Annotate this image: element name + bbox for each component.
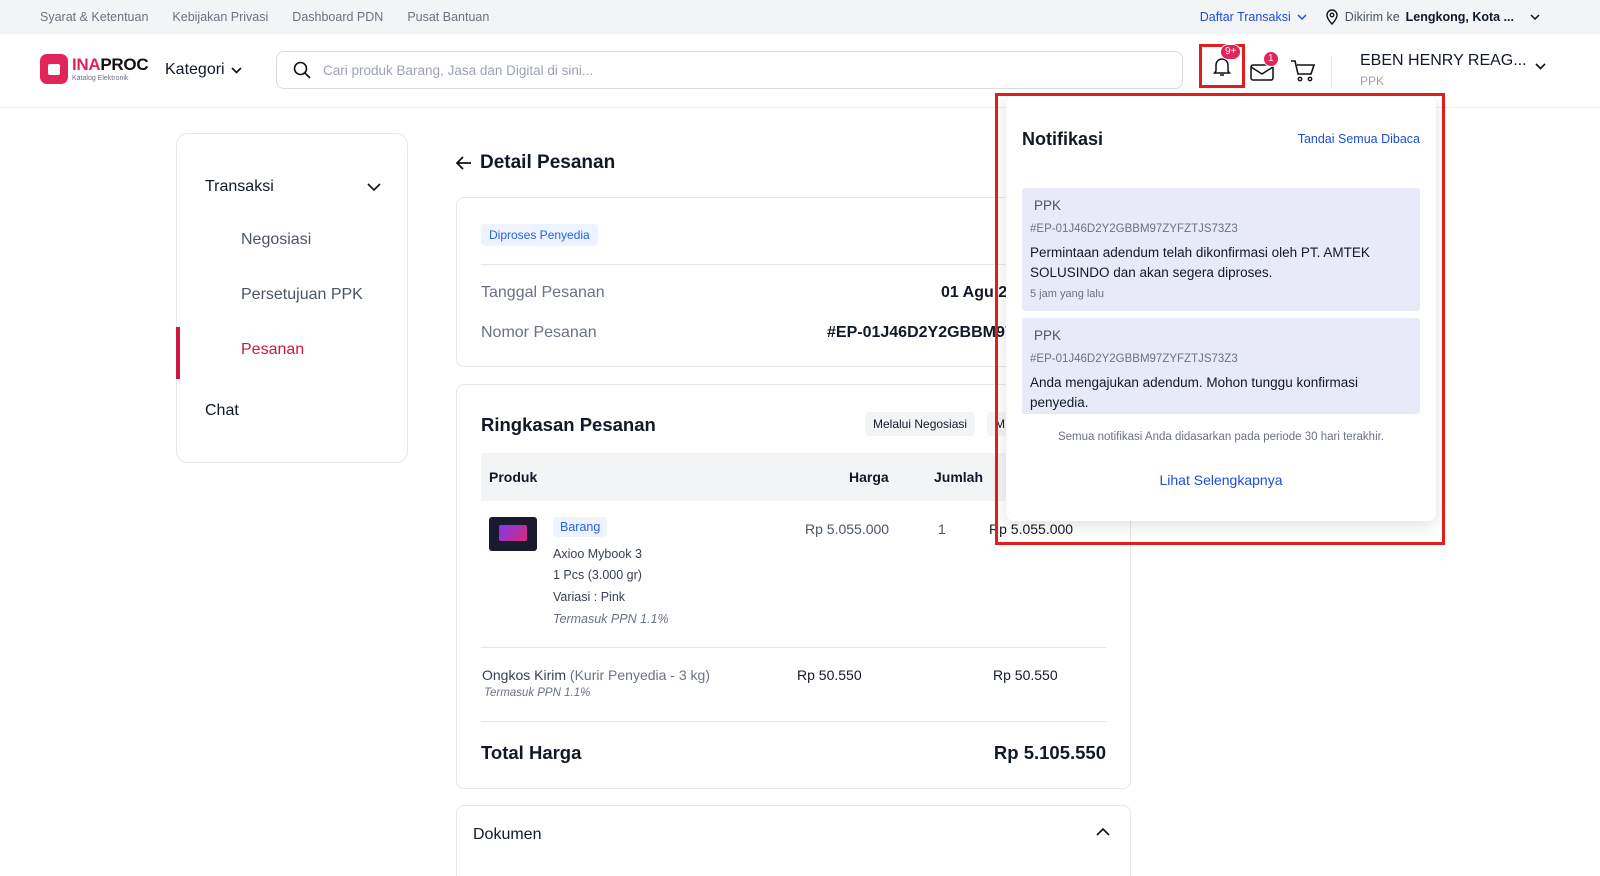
header-divider [1331, 56, 1332, 88]
sidebar-item-chat[interactable]: Chat [205, 402, 239, 420]
sidebar-item-persetujuan-ppk[interactable]: Persetujuan PPK [241, 286, 363, 304]
chevron-down-icon [231, 66, 242, 74]
page-title-text: Detail Pesanan [480, 152, 616, 173]
notification-count-badge: 9+ [1220, 44, 1242, 60]
highlight-box [995, 93, 1445, 545]
utility-right: Daftar Transaksi Dikirim ke Lengkong, Ko… [1200, 9, 1540, 25]
shipping-price: Rp 50.550 [797, 667, 862, 683]
sidebar-section-transaksi[interactable]: Transaksi [205, 178, 381, 196]
shipping-detail: (Kurir Penyedia - 3 kg) [569, 667, 710, 683]
product-thumbnail[interactable] [489, 517, 537, 551]
privacy-link[interactable]: Kebijakan Privasi [172, 10, 268, 24]
inaproc-logo[interactable]: INAPROC Katalog Elektronik [40, 54, 149, 84]
utility-links: Syarat & Ketentuan Kebijakan Privasi Das… [40, 10, 489, 24]
chevron-down-icon [1535, 62, 1546, 70]
total-value: Rp 5.105.550 [993, 742, 1106, 763]
shipping-tax-note: Termasuk PPN 1.1% [484, 687, 591, 699]
order-number-value: #EP-01J46D2Y2GBBM97 [827, 324, 1014, 341]
logo-wordmark: INAPROC [72, 55, 149, 74]
location-pin-icon [1326, 9, 1338, 25]
dashboard-pdn-link[interactable]: Dashboard PDN [292, 10, 383, 24]
transaction-list-dropdown[interactable]: Daftar Transaksi [1200, 10, 1307, 24]
shipping-label: Ongkos Kirim (Kurir Penyedia - 3 kg) [482, 667, 710, 683]
page-title: Detail Pesanan [456, 152, 615, 174]
negotiation-chip: Melalui Negosiasi [865, 412, 976, 436]
delivery-value: Lengkong, Kota ... [1405, 10, 1514, 24]
category-dropdown[interactable]: Kategori [165, 61, 242, 79]
cart-icon [1291, 60, 1316, 82]
logo-text: INAPROC Katalog Elektronik [72, 55, 149, 82]
order-date-label: Tanggal Pesanan [481, 284, 605, 301]
chevron-down-icon [367, 183, 381, 191]
shopping-bag-icon [40, 54, 68, 84]
product-quantity-line: 1 Pcs (3.000 gr) [553, 568, 642, 582]
shipping-subtotal: Rp 50.550 [993, 667, 1058, 683]
user-role: PPK [1360, 74, 1385, 88]
user-name: EBEN HENRY REAG... [1360, 52, 1527, 69]
logo-subtitle: Katalog Elektronik [72, 75, 129, 82]
transaction-list-label: Daftar Transaksi [1199, 10, 1291, 24]
sidebar-item-negosiasi[interactable]: Negosiasi [241, 231, 311, 249]
sidebar-section-label: Transaksi [205, 178, 274, 195]
message-button[interactable]: 1 [1242, 51, 1282, 91]
search-bar [276, 51, 1183, 89]
status-badge: Diproses Penyedia [481, 224, 598, 246]
search-input[interactable] [323, 62, 1143, 78]
arrow-left-icon[interactable] [456, 156, 472, 170]
chevron-down-icon [1530, 14, 1540, 20]
column-harga: Harga [849, 469, 889, 485]
product-price: Rp 5.055.000 [805, 521, 890, 537]
divider [481, 647, 1106, 648]
column-jumlah: Jumlah [934, 469, 984, 485]
chevron-up-icon[interactable] [1096, 828, 1110, 836]
divider [481, 721, 1106, 722]
documents-title: Dokumen [473, 826, 542, 843]
product-tax-note: Termasuk PPN 1.1% [553, 612, 669, 626]
delivery-label: Dikirim ke [1344, 10, 1400, 24]
search-icon [293, 61, 311, 79]
category-label: Kategori [165, 61, 225, 78]
delivery-location-dropdown[interactable]: Dikirim ke Lengkong, Kota ... [1325, 9, 1540, 25]
chevron-down-icon [1297, 14, 1307, 20]
message-count-badge: 1 [1263, 51, 1279, 67]
product-type-badge: Barang [553, 517, 608, 537]
column-produk: Produk [489, 469, 538, 485]
user-name-row: EBEN HENRY REAG... [1360, 52, 1546, 70]
user-menu[interactable]: EBEN HENRY REAG... PPK [1360, 52, 1546, 88]
product-variant: Variasi : Pink [553, 590, 626, 604]
sidebar: Transaksi Negosiasi Persetujuan PPK Pesa… [176, 133, 408, 463]
cart-button[interactable] [1283, 51, 1323, 91]
product-name[interactable]: Axioo Mybook 3 [553, 547, 642, 561]
terms-link[interactable]: Syarat & Ketentuan [40, 10, 148, 24]
product-qty: 1 [938, 521, 946, 537]
utility-bar: Syarat & Ketentuan Kebijakan Privasi Das… [0, 0, 1600, 34]
help-center-link[interactable]: Pusat Bantuan [407, 10, 489, 24]
sidebar-item-pesanan[interactable]: Pesanan [241, 341, 304, 359]
active-indicator [176, 327, 180, 379]
total-label: Total Harga [481, 742, 582, 763]
summary-title: Ringkasan Pesanan [481, 414, 656, 435]
documents-section[interactable]: Dokumen [456, 805, 1131, 876]
notification-button[interactable]: 9+ [1199, 44, 1245, 88]
order-number-label: Nomor Pesanan [481, 324, 597, 341]
